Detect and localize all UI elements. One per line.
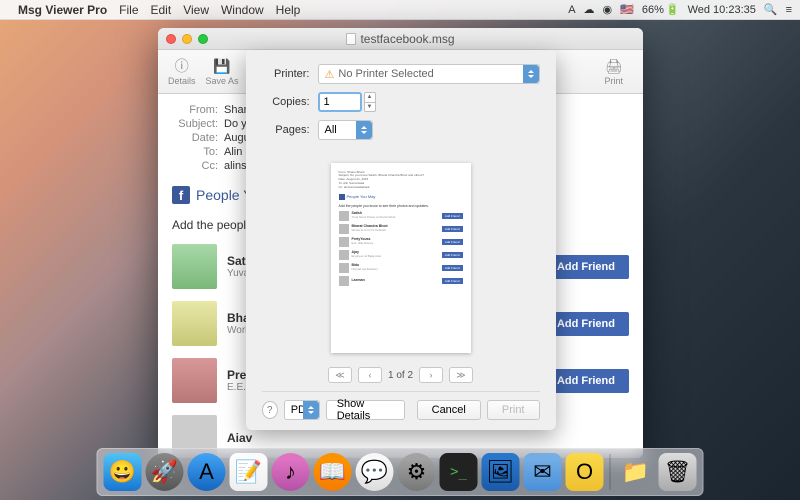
pages-select[interactable]: All bbox=[318, 120, 373, 140]
dock-separator bbox=[610, 454, 611, 490]
chevron-updown-icon bbox=[303, 401, 319, 419]
titlebar: testfacebook.msg bbox=[158, 28, 643, 50]
dock-textedit[interactable]: 📝 bbox=[230, 453, 268, 491]
dock-launchpad[interactable]: 🚀 bbox=[146, 453, 184, 491]
status-spotlight-icon[interactable]: 🔍 bbox=[764, 3, 778, 16]
status-clock[interactable]: Wed 10:23:35 bbox=[688, 4, 756, 16]
show-details-button[interactable]: Show Details bbox=[326, 400, 405, 420]
menu-edit[interactable]: Edit bbox=[151, 3, 172, 17]
add-friend-button[interactable]: Add Friend bbox=[543, 369, 629, 393]
page-prev-button[interactable]: ‹ bbox=[358, 367, 382, 383]
menu-view[interactable]: View bbox=[183, 3, 209, 17]
status-notifications-icon[interactable]: ≡ bbox=[786, 4, 792, 16]
print-icon: 🖨 bbox=[605, 57, 623, 75]
dock-messages[interactable]: 💬 bbox=[356, 453, 394, 491]
save-icon: 💾 bbox=[213, 57, 231, 75]
app-window: testfacebook.msg ⓘDetails 💾Save As 🖨Prin… bbox=[158, 28, 643, 458]
avatar bbox=[172, 301, 217, 346]
details-button[interactable]: ⓘDetails bbox=[168, 57, 196, 86]
copies-label: Copies: bbox=[262, 96, 310, 108]
page-last-button[interactable]: ≫ bbox=[449, 367, 473, 383]
dock-itunes[interactable]: ♪ bbox=[272, 453, 310, 491]
saveas-button[interactable]: 💾Save As bbox=[206, 57, 239, 86]
print-confirm-button[interactable]: Print bbox=[487, 400, 540, 420]
dock-ibooks[interactable]: 📖 bbox=[314, 453, 352, 491]
cancel-button[interactable]: Cancel bbox=[417, 400, 481, 420]
menu-help[interactable]: Help bbox=[276, 3, 301, 17]
dock-finder[interactable]: 😀 bbox=[104, 453, 142, 491]
print-preview: From: Shane BriantSubject: Do you know S… bbox=[262, 154, 540, 361]
dock-appstore[interactable]: A bbox=[188, 453, 226, 491]
avatar bbox=[172, 358, 217, 403]
date-label: Date: bbox=[172, 132, 218, 144]
copies-stepper[interactable]: ▲▼ bbox=[364, 92, 376, 112]
window-title: testfacebook.msg bbox=[360, 32, 454, 46]
warning-icon: ⚠ bbox=[325, 68, 335, 81]
pages-label: Pages: bbox=[262, 124, 310, 136]
dock-downloads[interactable]: 📁 bbox=[617, 453, 655, 491]
dock-preferences[interactable]: ⚙ bbox=[398, 453, 436, 491]
add-friend-button[interactable]: Add Friend bbox=[543, 255, 629, 279]
preview-headers: From: Shane BriantSubject: Do you know S… bbox=[339, 171, 463, 190]
page-navigator: ≪ ‹ 1 of 2 › ≫ bbox=[262, 367, 540, 383]
status-flag-icon[interactable]: 🇺🇸 bbox=[620, 3, 634, 16]
dock-preview[interactable]: 🖼 bbox=[482, 453, 520, 491]
menubar: Msg Viewer Pro File Edit View Window Hel… bbox=[0, 0, 800, 20]
printer-select[interactable]: ⚠No Printer Selected bbox=[318, 64, 540, 84]
app-name[interactable]: Msg Viewer Pro bbox=[18, 3, 107, 17]
cc-label: Cc: bbox=[172, 160, 218, 172]
dock-trash[interactable]: 🗑 bbox=[659, 453, 697, 491]
add-friend-button[interactable]: Add Friend bbox=[543, 312, 629, 336]
dock-terminal[interactable]: >_ bbox=[440, 453, 478, 491]
page-first-button[interactable]: ≪ bbox=[328, 367, 352, 383]
dock: 😀 🚀 A 📝 ♪ 📖 💬 ⚙ >_ 🖼 ✉ O 📁 🗑 bbox=[97, 448, 704, 496]
facebook-logo-icon: f bbox=[172, 186, 190, 204]
menu-window[interactable]: Window bbox=[221, 3, 264, 17]
status-adobe-icon[interactable]: A bbox=[568, 4, 575, 16]
print-button[interactable]: 🖨Print bbox=[604, 57, 623, 86]
dock-msgviewer[interactable]: ✉ bbox=[524, 453, 562, 491]
status-cloud-icon[interactable]: ☁ bbox=[584, 3, 595, 16]
info-icon: ⓘ bbox=[173, 57, 191, 75]
dock-outlook[interactable]: O bbox=[566, 453, 604, 491]
pdf-menu-button[interactable]: PDF bbox=[284, 400, 320, 420]
chevron-updown-icon bbox=[523, 65, 539, 83]
copies-input[interactable] bbox=[318, 92, 362, 112]
help-button[interactable]: ? bbox=[262, 401, 278, 419]
person-name: Aiav bbox=[227, 431, 629, 445]
print-dialog: Printer: ⚠No Printer Selected Copies: ▲▼… bbox=[246, 50, 556, 430]
avatar bbox=[172, 244, 217, 289]
document-icon bbox=[346, 33, 356, 45]
status-battery[interactable]: 66% 🔋 bbox=[642, 3, 680, 16]
to-label: To: bbox=[172, 146, 218, 158]
page-indicator: 1 of 2 bbox=[388, 370, 413, 381]
menu-file[interactable]: File bbox=[119, 3, 138, 17]
status-wifi-icon[interactable]: ◉ bbox=[603, 3, 613, 16]
subject-label: Subject: bbox=[172, 118, 218, 130]
page-next-button[interactable]: › bbox=[419, 367, 443, 383]
from-label: From: bbox=[172, 104, 218, 116]
chevron-updown-icon bbox=[356, 121, 372, 139]
preview-page: From: Shane BriantSubject: Do you know S… bbox=[331, 163, 471, 353]
printer-label: Printer: bbox=[262, 68, 310, 80]
